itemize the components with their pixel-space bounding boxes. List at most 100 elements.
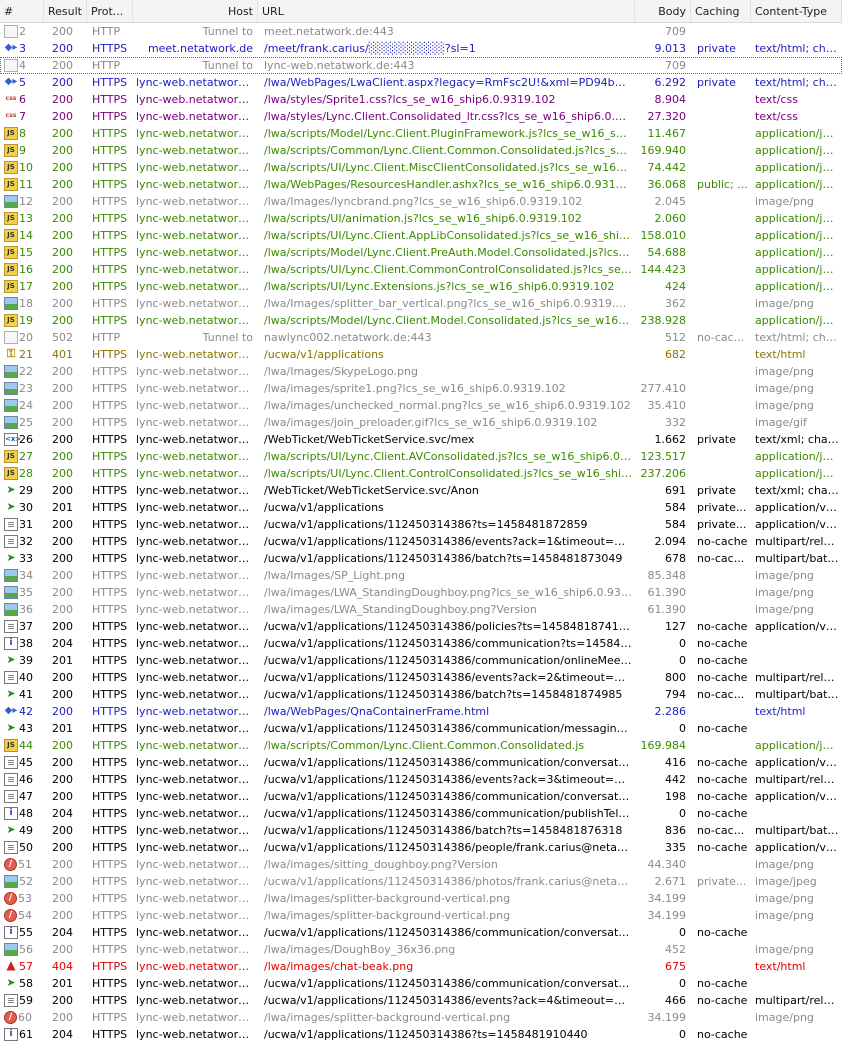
session-row[interactable]: ➤ 43 201 HTTPS lync-web.netatwork.de/ucwa/v1… xyxy=(0,720,842,737)
session-row[interactable]: ∕ 53 200 HTTPS lync-web.netatwork.de/lwa/ima… xyxy=(0,890,842,907)
session-row[interactable]: 50 200 HTTPS lync-web.netatwork.de/ucwa/v1/… xyxy=(0,839,842,856)
session-row[interactable]: 52 200 HTTPS lync-web.netatwork.de/ucwa/v1/… xyxy=(0,873,842,890)
session-row[interactable]: i 61 204 HTTPS lync-web.netatwork.de/ucwa/v1… xyxy=(0,1026,842,1043)
session-row[interactable]: 47 200 HTTPS lync-web.netatwork.de/ucwa/v1/… xyxy=(0,788,842,805)
session-row[interactable]: JS 13 200 HTTPS lync-web.netatwork.de/lwa/sc… xyxy=(0,210,842,227)
session-row[interactable]: ∕ 54 200 HTTPS lync-web.netatwork.de/lwa/ima… xyxy=(0,907,842,924)
result-cell: 200 xyxy=(52,603,73,616)
column-header-url[interactable]: URL xyxy=(258,0,635,22)
session-row[interactable]: css 7 200 HTTPS lync-web.netatwork.de/lwa/st… xyxy=(0,108,842,125)
caching-cell: no-cache xyxy=(697,671,748,684)
session-row[interactable]: JS 27 200 HTTPS lync-web.netatwork.de/lwa/sc… xyxy=(0,448,842,465)
session-row[interactable]: ➤ 58 201 HTTPS lync-web.netatwork.de/ucwa/v1… xyxy=(0,975,842,992)
column-header-content-type[interactable]: Content-Type xyxy=(751,0,842,22)
protocol-cell: HTTPS xyxy=(92,314,128,327)
session-row[interactable]: ◆▸ 5 200 HTTPS lync-web.netatwork.de/lwa/Web… xyxy=(0,74,842,91)
session-row[interactable]: 18 200 HTTPS lync-web.netatwork.de/lwa/Imag… xyxy=(0,295,842,312)
session-row[interactable]: ➤ 30 201 HTTPS lync-web.netatwork.de/ucwa/v1… xyxy=(0,499,842,516)
result-cell: 200 xyxy=(52,620,73,633)
session-row[interactable]: <x> 26 200 HTTPS lync-web.netatwork.de/WebTi… xyxy=(0,431,842,448)
row-number: 55 xyxy=(19,926,33,939)
session-row[interactable]: 23 200 HTTPS lync-web.netatwork.de/lwa/imag… xyxy=(0,380,842,397)
body-size-cell xyxy=(635,363,691,380)
session-row[interactable]: JS 14 200 HTTPS lync-web.netatwork.de/lwa/sc… xyxy=(0,227,842,244)
result-cell: 200 xyxy=(52,127,73,140)
session-row[interactable]: JS 11 200 HTTPS lync-web.netatwork.de/lwa/We… xyxy=(0,176,842,193)
session-row[interactable]: 25 200 HTTPS lync-web.netatwork.de/lwa/imag… xyxy=(0,414,842,431)
url-cell: /lwa/images/splitter-background-vertical… xyxy=(264,909,511,922)
session-row[interactable]: ◆▸ 42 200 HTTPS lync-web.netatwork.de/lwa/We… xyxy=(0,703,842,720)
row-number: 16 xyxy=(19,263,33,276)
session-row[interactable]: 2 200 HTTP Tunnel to meet.netatwork.de:443 70… xyxy=(0,23,842,40)
column-header-caching[interactable]: Caching xyxy=(691,0,751,22)
content-type-cell: text/css xyxy=(755,93,798,106)
session-row[interactable]: JS 44 200 HTTPS lync-web.netatwork.de/lwa/sc… xyxy=(0,737,842,754)
session-row[interactable]: JS 8 200 HTTPS lync-web.netatwork.de/lwa/scr… xyxy=(0,125,842,142)
session-row[interactable]: i 55 204 HTTPS lync-web.netatwork.de/ucwa/v1… xyxy=(0,924,842,941)
session-row[interactable]: ➤ 39 201 HTTPS lync-web.netatwork.de/ucwa/v1… xyxy=(0,652,842,669)
session-row[interactable]: 36 200 HTTPS lync-web.netatwork.de/lwa/imag… xyxy=(0,601,842,618)
session-row[interactable]: 24 200 HTTPS lync-web.netatwork.de/lwa/imag… xyxy=(0,397,842,414)
session-row[interactable]: 40 200 HTTPS lync-web.netatwork.de/ucwa/v1/… xyxy=(0,669,842,686)
session-row[interactable]: i 38 204 HTTPS lync-web.netatwork.de/ucwa/v1… xyxy=(0,635,842,652)
session-row[interactable]: 20 502 HTTP Tunnel to nawlync002.netatwork.d… xyxy=(0,329,842,346)
session-row[interactable]: 56 200 HTTPS lync-web.netatwork.de/lwa/imag… xyxy=(0,941,842,958)
body-size-cell: 466 xyxy=(665,994,686,1007)
content-type-cell: text/xml; char... xyxy=(755,433,842,446)
column-header-body[interactable]: Body xyxy=(635,0,691,22)
session-row[interactable]: ➤ 49 200 HTTPS lync-web.netatwork.de/ucwa/v1… xyxy=(0,822,842,839)
session-row[interactable]: 22 200 HTTPS lync-web.netatwork.de/lwa/Imag… xyxy=(0,363,842,380)
session-row[interactable]: ◆▸ 3 200 HTTPS meet.netatwork.de/meet/frank.… xyxy=(0,40,842,57)
session-row[interactable]: i 48 204 HTTPS lync-web.netatwork.de/ucwa/v1… xyxy=(0,805,842,822)
session-row[interactable]: 59 200 HTTPS lync-web.netatwork.de/ucwa/v1/… xyxy=(0,992,842,1009)
column-header-host[interactable]: Host xyxy=(133,0,258,22)
session-row[interactable]: ➤ 41 200 HTTPS lync-web.netatwork.de/ucwa/v1… xyxy=(0,686,842,703)
caching-cell xyxy=(691,125,751,142)
session-row[interactable]: 35 200 HTTPS lync-web.netatwork.de/lwa/imag… xyxy=(0,584,842,601)
number-cell: i 55 xyxy=(0,924,44,941)
protocol-cell: HTTPS xyxy=(92,144,128,157)
column-header-result[interactable]: Result xyxy=(44,0,87,22)
session-row[interactable]: 4 200 HTTP Tunnel to lync-web.netatwork.de:4… xyxy=(0,57,842,74)
number-cell: 52 xyxy=(0,873,44,890)
number-cell: ➤ 43 xyxy=(0,720,44,737)
session-row[interactable]: 32 200 HTTPS lync-web.netatwork.de/ucwa/v1/… xyxy=(0,533,842,550)
session-row[interactable]: 31 200 HTTPS lync-web.netatwork.de/ucwa/v1/… xyxy=(0,516,842,533)
session-row[interactable]: 45 200 HTTPS lync-web.netatwork.de/ucwa/v1/… xyxy=(0,754,842,771)
session-row[interactable]: JS 10 200 HTTPS lync-web.netatwork.de/lwa/sc… xyxy=(0,159,842,176)
session-row[interactable]: ➤ 29 200 HTTPS lync-web.netatwork.de/WebTick… xyxy=(0,482,842,499)
session-row[interactable]: JS 17 200 HTTPS lync-web.netatwork.de/lwa/sc… xyxy=(0,278,842,295)
session-row[interactable]: 34 200 HTTPS lync-web.netatwork.de/lwa/Imag… xyxy=(0,567,842,584)
session-row[interactable]: ▲ 57 404 HTTPS lync-web.netatwork.de/lwa/ima… xyxy=(0,958,842,975)
body-size-cell: 8.904 xyxy=(654,93,687,106)
number-cell: JS 44 xyxy=(0,737,44,754)
content-type-cell: application/ja... xyxy=(755,280,840,293)
column-header-number[interactable]: # xyxy=(0,0,44,22)
result-cell: 200 xyxy=(52,263,73,276)
caching-cell xyxy=(691,91,751,108)
body-size-cell: 2.671 xyxy=(654,875,687,888)
caching-cell xyxy=(691,448,751,465)
session-row[interactable]: JS 15 200 HTTPS lync-web.netatwork.de/lwa/sc… xyxy=(0,244,842,261)
session-row[interactable]: JS 9 200 HTTPS lync-web.netatwork.de/lwa/scr… xyxy=(0,142,842,159)
url-cell: /ucwa/v1/applications/112450314386/event… xyxy=(264,773,635,786)
session-row[interactable]: ➤ 33 200 HTTPS lync-web.netatwork.de/ucwa/v1… xyxy=(0,550,842,567)
session-row[interactable]: ∕ 60 200 HTTPS lync-web.netatwork.de/lwa/ima… xyxy=(0,1009,842,1026)
session-row[interactable]: css 6 200 HTTPS lync-web.netatwork.de/lwa/st… xyxy=(0,91,842,108)
session-row[interactable]: ∕ 51 200 HTTPS lync-web.netatwork.de/lwa/ima… xyxy=(0,856,842,873)
session-row[interactable]: 37 200 HTTPS lync-web.netatwork.de/ucwa/v1/… xyxy=(0,618,842,635)
session-row[interactable]: JS 16 200 HTTPS lync-web.netatwork.de/lwa/sc… xyxy=(0,261,842,278)
session-row[interactable]: 12 200 HTTPS lync-web.netatwork.de/lwa/Imag… xyxy=(0,193,842,210)
content-type-cell xyxy=(751,1026,842,1043)
session-row[interactable]: JS 19 200 HTTPS lync-web.netatwork.de/lwa/sc… xyxy=(0,312,842,329)
protocol-cell: HTTPS xyxy=(92,841,128,854)
caching-cell xyxy=(691,584,751,601)
session-row[interactable]: 46 200 HTTPS lync-web.netatwork.de/ucwa/v1/… xyxy=(0,771,842,788)
body-size-cell: 682 xyxy=(665,348,686,361)
caching-cell xyxy=(691,193,751,210)
protocol-cell: HTTPS xyxy=(92,246,128,259)
protocol-cell: HTTPS xyxy=(92,858,128,871)
session-row[interactable]: JS 28 200 HTTPS lync-web.netatwork.de/lwa/sc… xyxy=(0,465,842,482)
session-row[interactable]: ⚿ 21 401 HTTPS lync-web.netatwork.de/ucwa/v1… xyxy=(0,346,842,363)
column-header-protocol[interactable]: Prot... xyxy=(87,0,133,22)
